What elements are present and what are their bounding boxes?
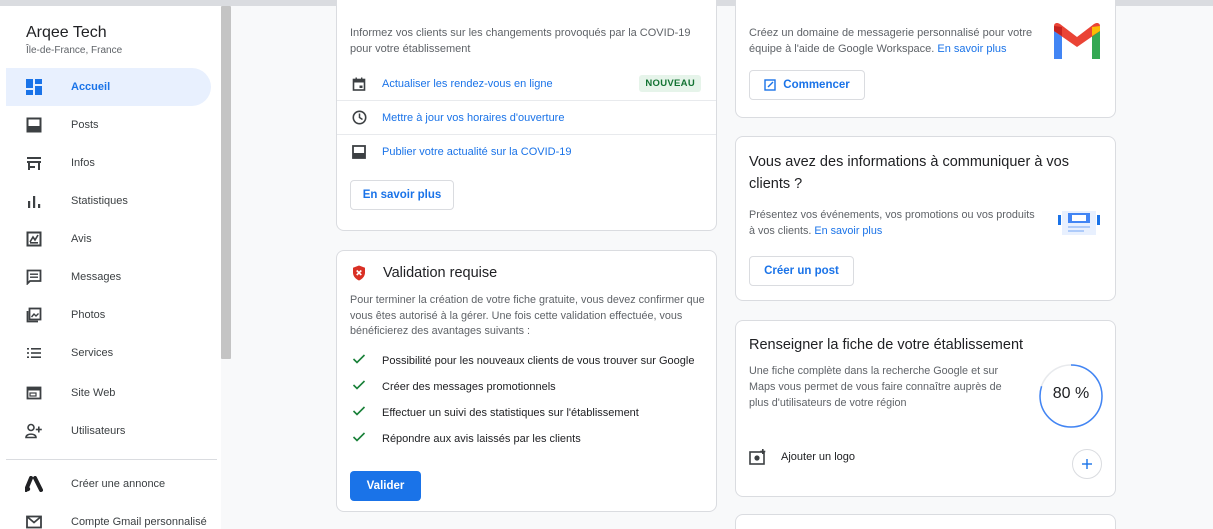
photos-icon bbox=[24, 305, 44, 325]
validation-title: Validation requise bbox=[383, 265, 498, 281]
validation-body: Pour terminer la création de votre fiche… bbox=[350, 294, 705, 337]
add-logo-button[interactable] bbox=[1072, 449, 1102, 479]
event-illustration-icon bbox=[1058, 209, 1100, 244]
sidebar-item-utilisateurs[interactable]: Utilisateurs bbox=[6, 412, 211, 450]
covid-row-label: Actualiser les rendez-vous en ligne bbox=[382, 77, 553, 90]
sidebar: Arqee Tech Île-de-France, France Accueil… bbox=[0, 6, 221, 529]
list-icon bbox=[24, 343, 44, 363]
clock-icon bbox=[350, 110, 368, 125]
sidebar-item-services[interactable]: Services bbox=[6, 334, 211, 372]
covid-row-rendez-vous[interactable]: Actualiser les rendez-vous en ligne NOUV… bbox=[337, 67, 716, 101]
check-icon bbox=[352, 352, 366, 370]
business-name: Arqee Tech bbox=[26, 24, 107, 41]
sidebar-item-site-web[interactable]: Site Web bbox=[6, 374, 211, 412]
start-button-label: Commencer bbox=[783, 79, 850, 91]
add-logo-label: Ajouter un logo bbox=[781, 451, 855, 463]
posts-icon bbox=[24, 115, 44, 135]
post-description: Présentez vos événements, vos promotions… bbox=[749, 209, 1035, 237]
sidebar-item-creer-annonce[interactable]: Créer une annonce bbox=[6, 465, 211, 503]
google-ads-icon bbox=[24, 474, 44, 494]
start-button[interactable]: Commencer bbox=[749, 70, 865, 100]
sidebar-item-label: Créer une annonce bbox=[71, 478, 166, 490]
post-text: Présentez vos événements, vos promotions… bbox=[749, 207, 1039, 239]
gmail-icon bbox=[24, 512, 44, 529]
completion-percent: 80 % bbox=[1052, 385, 1090, 402]
post-icon bbox=[350, 145, 368, 159]
benefit-item: Créer des messages promotionnels bbox=[352, 378, 556, 396]
validate-button[interactable]: Valider bbox=[350, 471, 421, 501]
business-location: Île-de-France, France bbox=[26, 45, 123, 56]
sidebar-item-label: Utilisateurs bbox=[71, 425, 126, 437]
validation-card: Validation requise Pour terminer la créa… bbox=[336, 250, 717, 512]
sidebar-item-label: Infos bbox=[71, 157, 95, 169]
benefit-item: Effectuer un suivi des statistiques sur … bbox=[352, 404, 639, 422]
completion-gauge: 80 % bbox=[1036, 361, 1106, 431]
benefit-item: Possibilité pour les nouveaux clients de… bbox=[352, 352, 694, 370]
post-card-title: Vous avez des informations à communiquer… bbox=[749, 154, 1069, 192]
post-learn-more-link[interactable]: En savoir plus bbox=[814, 225, 882, 237]
create-post-button[interactable]: Créer un post bbox=[749, 256, 854, 286]
benefit-label: Possibilité pour les nouveaux clients de… bbox=[382, 355, 695, 367]
complete-profile-card: Renseigner la fiche de votre établisseme… bbox=[735, 320, 1116, 497]
new-badge: NOUVEAU bbox=[639, 75, 701, 92]
gmail-learn-more-link[interactable]: En savoir plus bbox=[937, 43, 1006, 55]
open-external-icon bbox=[764, 79, 776, 91]
covid-row-label: Publier votre actualité sur la COVID-19 bbox=[382, 146, 572, 158]
shield-error-icon bbox=[352, 265, 366, 286]
gmail-text: Créez un domaine de messagerie personnal… bbox=[749, 25, 1049, 57]
covid-card: Informez vos clients sur les changements… bbox=[336, 0, 717, 231]
benefit-label: Répondre aux avis laissés par les client… bbox=[382, 433, 581, 445]
add-user-icon bbox=[24, 421, 44, 441]
sidebar-item-compte-gmail[interactable]: Compte Gmail personnalisé bbox=[6, 503, 211, 529]
sidebar-item-label: Photos bbox=[71, 309, 106, 321]
store-icon bbox=[24, 153, 44, 173]
bar-chart-icon bbox=[24, 191, 44, 211]
benefit-label: Effectuer un suivi des statistiques sur … bbox=[382, 407, 639, 419]
dashboard-icon bbox=[24, 77, 44, 97]
covid-row-label: Mettre à jour vos horaires d'ouverture bbox=[382, 111, 565, 124]
website-icon bbox=[24, 383, 44, 403]
learn-more-button[interactable]: En savoir plus bbox=[350, 180, 454, 210]
message-icon bbox=[24, 267, 44, 287]
profile-card-title: Renseigner la fiche de votre établisseme… bbox=[749, 337, 1024, 353]
benefit-item: Répondre aux avis laissés par les client… bbox=[352, 430, 581, 448]
sidebar-item-photos[interactable]: Photos bbox=[6, 296, 211, 334]
sidebar-item-statistiques[interactable]: Statistiques bbox=[6, 182, 211, 220]
sidebar-item-avis[interactable]: Avis bbox=[6, 220, 211, 258]
sidebar-item-label: Posts bbox=[71, 119, 99, 131]
sidebar-item-label: Statistiques bbox=[71, 195, 128, 207]
calendar-icon bbox=[350, 77, 368, 91]
gmail-workspace-card: Créez un domaine de messagerie personnal… bbox=[735, 0, 1116, 118]
add-logo-action[interactable]: Ajouter un logo bbox=[749, 449, 855, 465]
sidebar-item-infos[interactable]: Infos bbox=[6, 144, 211, 182]
sidebar-item-label: Accueil bbox=[71, 81, 111, 93]
check-icon bbox=[352, 378, 366, 396]
covid-row-actualite[interactable]: Publier votre actualité sur la COVID-19 bbox=[337, 135, 716, 169]
gmail-logo-icon bbox=[1052, 22, 1102, 66]
check-icon bbox=[352, 404, 366, 422]
covid-intro: Informez vos clients sur les changements… bbox=[350, 27, 691, 55]
sidebar-item-label: Services bbox=[71, 347, 114, 359]
reviews-icon bbox=[24, 229, 44, 249]
sidebar-divider bbox=[6, 459, 217, 460]
benefit-label: Créer des messages promotionnels bbox=[382, 381, 556, 393]
plus-icon bbox=[1082, 459, 1092, 469]
sidebar-item-posts[interactable]: Posts bbox=[6, 106, 211, 144]
sidebar-scrollbar[interactable] bbox=[221, 6, 231, 359]
sidebar-item-accueil[interactable]: Accueil bbox=[6, 68, 211, 106]
sidebar-item-label: Messages bbox=[71, 271, 122, 283]
sidebar-item-messages[interactable]: Messages bbox=[6, 258, 211, 296]
create-post-card: Vous avez des informations à communiquer… bbox=[735, 136, 1116, 301]
sidebar-item-label: Compte Gmail personnalisé bbox=[71, 516, 207, 528]
covid-row-horaires[interactable]: Mettre à jour vos horaires d'ouverture bbox=[337, 101, 716, 135]
sidebar-item-label: Avis bbox=[71, 233, 92, 245]
profile-description: Une fiche complète dans la recherche Goo… bbox=[749, 365, 1002, 409]
sidebar-item-label: Site Web bbox=[71, 387, 116, 399]
next-card-partial bbox=[735, 514, 1116, 529]
add-photo-icon bbox=[749, 449, 767, 465]
check-icon bbox=[352, 430, 366, 448]
